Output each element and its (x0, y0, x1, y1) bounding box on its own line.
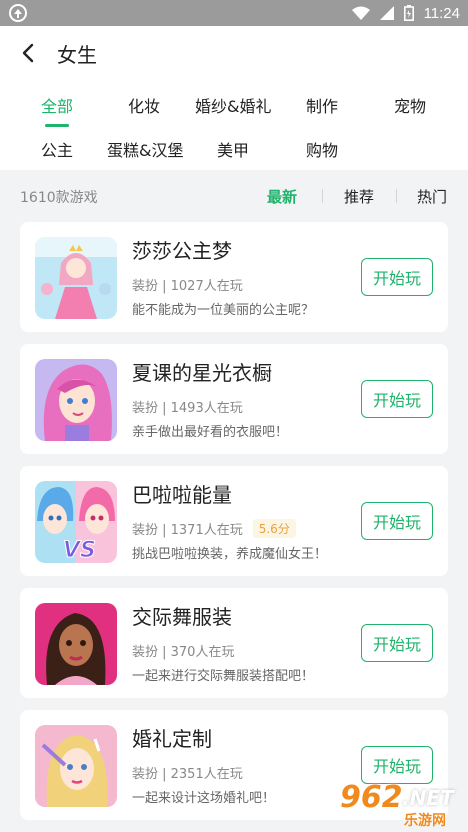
category-tab-makeup[interactable]: 化妆 (128, 93, 160, 117)
game-card[interactable]: 莎莎公主梦 装扮 | 1027人在玩 能不能成为一位美丽的公主呢？ 开始玩 (20, 222, 448, 332)
game-meta-text: 装扮 | 1371人在玩 (132, 523, 243, 538)
page-title: 女生 (57, 43, 97, 67)
game-meta: 装扮 | 2351人在玩 (132, 763, 243, 782)
app-bar: 女生 (0, 26, 468, 80)
game-thumbnail[interactable] (35, 237, 117, 319)
game-title: 交际舞服装 (132, 605, 232, 629)
game-thumbnail[interactable] (35, 359, 117, 441)
list-toolbar: 1610款游戏 最新 推荐 热门 (0, 170, 468, 222)
category-tab-pets[interactable]: 宠物 (394, 93, 426, 117)
category-tab-making[interactable]: 制作 (306, 93, 338, 117)
start-play-button[interactable]: 开始玩 (361, 624, 433, 662)
game-count: 1610款游戏 (20, 190, 98, 206)
battery-icon (403, 5, 414, 21)
game-description: 一起来设计这场婚礼吧！ (132, 791, 276, 806)
game-meta: 装扮 | 1027人在玩 (132, 275, 243, 294)
game-meta-text: 装扮 | 1027人在玩 (132, 279, 243, 294)
game-thumbnail[interactable] (35, 603, 117, 685)
game-title: 巴啦啦能量 (132, 483, 232, 507)
start-play-button[interactable]: 开始玩 (361, 258, 433, 296)
game-card[interactable]: 夏课的星光衣橱 装扮 | 1493人在玩 亲手做出最好看的衣服吧！ 开始玩 (20, 344, 448, 454)
wifi-icon (351, 6, 370, 20)
game-card[interactable]: 交际舞服装 装扮 | 370人在玩 一起来进行交际舞服装搭配吧！ 开始玩 (20, 588, 448, 698)
category-tabs: 全部 化妆 婚纱&婚礼 制作 宠物 公主 蛋糕&汉堡 美甲 购物 (0, 80, 468, 170)
game-thumbnail[interactable] (35, 725, 117, 807)
game-meta-text: 装扮 | 1493人在玩 (132, 401, 243, 416)
sort-recommended[interactable]: 推荐 (344, 186, 374, 207)
watermark-site-name: 乐游网 (404, 813, 446, 829)
game-card[interactable]: VS 巴啦啦能量 装扮 | 1371人在玩 5.6分 挑战巴啦啦换装，养成魔仙女… (20, 466, 448, 576)
game-description: 能不能成为一位美丽的公主呢？ (132, 303, 315, 318)
game-description: 亲手做出最好看的衣服吧！ (132, 425, 289, 440)
game-thumbnail[interactable]: VS (35, 481, 117, 563)
start-play-button[interactable]: 开始玩 (361, 502, 433, 540)
rating-badge: 5.6分 (252, 519, 296, 538)
category-tab-princess[interactable]: 公主 (41, 137, 73, 161)
game-meta: 装扮 | 1493人在玩 (132, 397, 243, 416)
game-meta-text: 装扮 | 370人在玩 (132, 645, 235, 660)
watermark-number: 962 (340, 780, 403, 815)
category-tab-all[interactable]: 全部 (41, 93, 73, 117)
active-tab-indicator (45, 124, 69, 127)
status-time: 11:24 (423, 4, 460, 22)
back-arrow-icon[interactable] (16, 40, 42, 66)
category-tab-nails[interactable]: 美甲 (217, 137, 249, 161)
status-bar: 11:24 (0, 0, 468, 26)
category-tab-shopping[interactable]: 购物 (306, 137, 338, 161)
game-meta: 装扮 | 1371人在玩 5.6分 (132, 519, 296, 538)
site-watermark-logo: 962 .NET 乐游网 (332, 778, 468, 832)
svg-text:VS: VS (63, 538, 96, 563)
game-title: 夏课的星光衣橱 (132, 361, 272, 385)
sort-latest[interactable]: 最新 (267, 186, 297, 207)
sort-divider (322, 189, 323, 203)
category-tab-cake-burger[interactable]: 蛋糕&汉堡 (107, 137, 183, 161)
category-tab-wedding[interactable]: 婚纱&婚礼 (195, 93, 271, 117)
game-title: 莎莎公主梦 (132, 239, 232, 263)
game-description: 挑战巴啦啦换装，养成魔仙女王！ (132, 547, 328, 562)
game-title: 婚礼定制 (132, 727, 212, 751)
app-notification-icon (9, 4, 27, 22)
game-meta: 装扮 | 370人在玩 (132, 641, 234, 660)
game-meta-text: 装扮 | 2351人在玩 (132, 767, 243, 782)
sort-divider (396, 189, 397, 203)
sort-popular[interactable]: 热门 (417, 186, 447, 207)
watermark-net: .NET (402, 786, 454, 810)
start-play-button[interactable]: 开始玩 (361, 380, 433, 418)
signal-icon (379, 6, 394, 20)
game-description: 一起来进行交际舞服装搭配吧！ (132, 669, 315, 684)
